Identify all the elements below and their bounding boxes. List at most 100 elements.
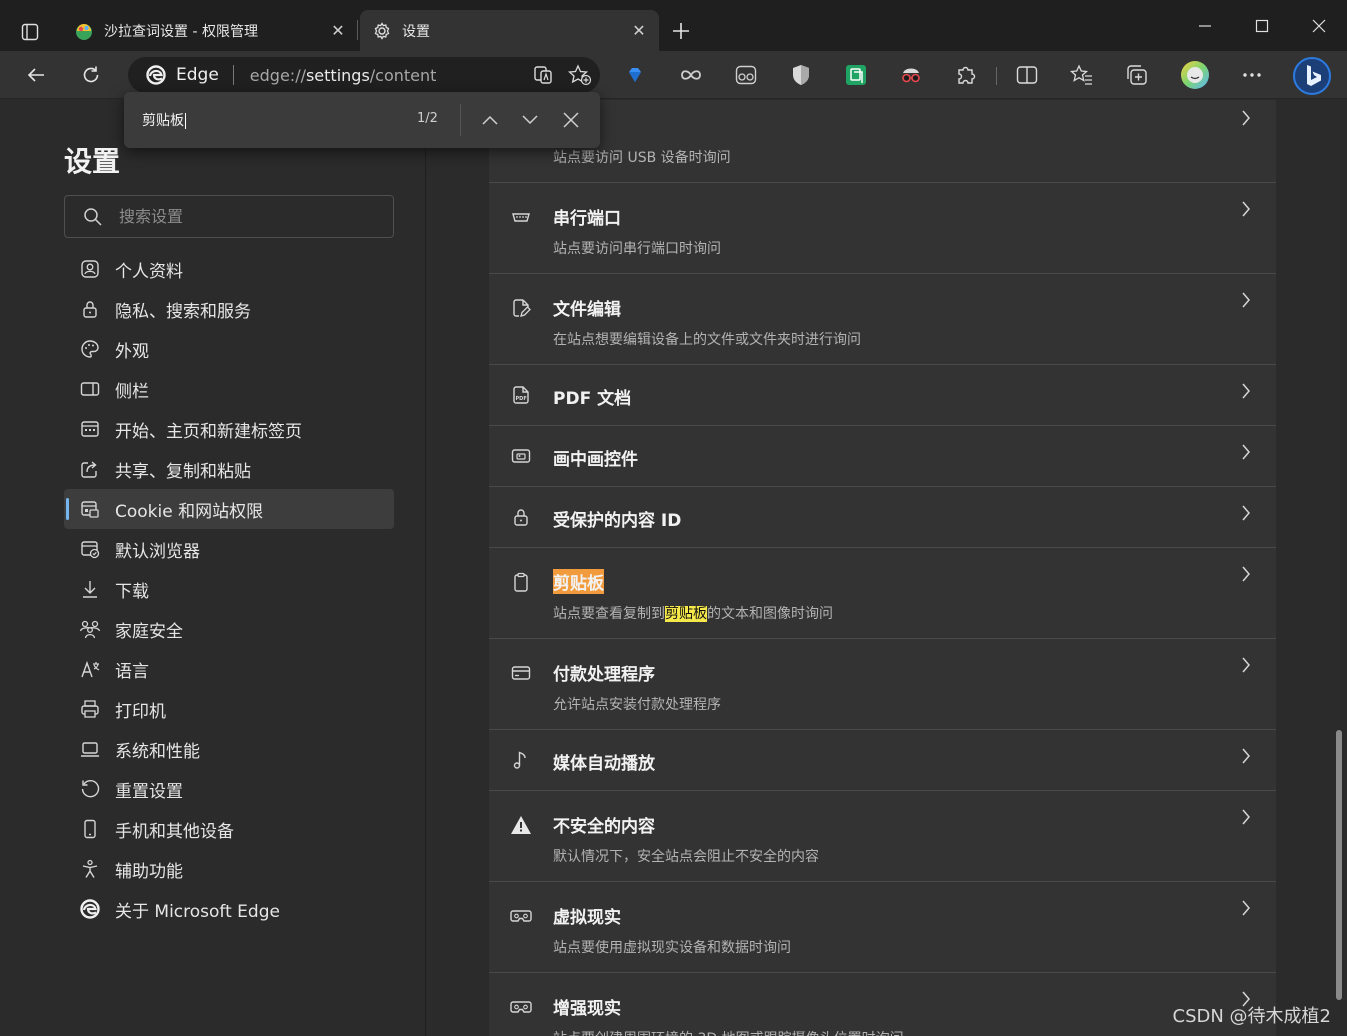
chevron-right-icon	[1238, 898, 1254, 918]
find-input[interactable]: 剪贴板	[142, 110, 186, 130]
url-text[interactable]: edge://settings/content	[250, 66, 437, 85]
infinity-extension-icon[interactable]	[676, 60, 706, 90]
permission-description: 站点要访问串行端口时询问	[553, 241, 721, 257]
sidebar-item-label: 系统和性能	[115, 741, 200, 762]
split-screen-icon[interactable]	[1012, 60, 1042, 90]
pdf-icon: PDF	[509, 383, 533, 407]
sidebar-item-about-edge[interactable]: 关于 Microsoft Edge	[64, 889, 394, 929]
tab-saladict[interactable]: 沙拉查词设置 - 权限管理 ✕	[62, 10, 358, 51]
sidebar-item-system-performance[interactable]: 系统和性能	[64, 729, 394, 769]
settings-sidebar: 设置 个人资料 隐私、搜索和服务 外观 侧栏 开始、主页和新建标签页	[0, 100, 426, 1036]
close-window-icon[interactable]	[1290, 0, 1347, 51]
permission-row-virtual-reality[interactable]: 虚拟现实 站点要使用虚拟现实设备和数据时询问	[489, 882, 1276, 973]
more-menu-icon[interactable]	[1237, 60, 1267, 90]
permission-row-pdf-documents[interactable]: PDF PDF 文档	[489, 365, 1276, 426]
sidebar-item-languages[interactable]: 语言	[64, 649, 394, 689]
sidebar-item-start-home-newtab[interactable]: 开始、主页和新建标签页	[64, 409, 394, 449]
add-favorite-icon[interactable]	[568, 64, 592, 86]
search-settings-box[interactable]	[64, 195, 394, 238]
sidebar-item-phone-devices[interactable]: 手机和其他设备	[64, 809, 394, 849]
back-arrow-icon[interactable]	[18, 57, 54, 93]
minimize-icon[interactable]	[1176, 0, 1233, 51]
new-tab-icon[interactable]	[666, 16, 696, 46]
lock-icon	[509, 505, 533, 529]
chevron-right-icon	[1238, 503, 1254, 523]
refresh-icon[interactable]	[73, 57, 109, 93]
serial-port-icon	[509, 205, 533, 229]
permission-row-insecure-content[interactable]: 不安全的内容 默认情况下，安全站点会阻止不安全的内容	[489, 791, 1276, 882]
next-match-chevron-down-icon[interactable]	[516, 106, 544, 134]
accessibility-icon	[79, 858, 101, 880]
permission-title: 画中画控件	[553, 450, 638, 470]
sidebar-item-accessibility[interactable]: 辅助功能	[64, 849, 394, 889]
sidebar-item-cookies-permissions[interactable]: Cookie 和网站权限	[64, 489, 394, 529]
collections-icon[interactable]	[1122, 60, 1152, 90]
printer-icon	[79, 698, 101, 720]
chevron-right-icon	[1238, 381, 1254, 401]
sidebar-item-family-safety[interactable]: 家庭安全	[64, 609, 394, 649]
gem-extension-icon[interactable]	[620, 60, 650, 90]
toolbar-divider	[996, 67, 997, 85]
sidebar-item-label: 辅助功能	[115, 861, 183, 882]
sidebar-item-appearance[interactable]: 外观	[64, 329, 394, 369]
permission-row-payment-handlers[interactable]: 付款处理程序 允许站点安装付款处理程序	[489, 639, 1276, 730]
sidebar-item-sidebar[interactable]: 侧栏	[64, 369, 394, 409]
sidebar-item-downloads[interactable]: 下载	[64, 569, 394, 609]
sidebar-item-label: 默认浏览器	[115, 541, 200, 562]
sidebar-item-share-copy-paste[interactable]: 共享、复制和粘贴	[64, 449, 394, 489]
sidebar-item-profiles[interactable]: 个人资料	[64, 249, 394, 289]
translate-page-icon[interactable]	[532, 64, 554, 86]
previous-match-chevron-up-icon[interactable]	[476, 106, 504, 134]
permission-row-clipboard[interactable]: 剪贴板 站点要查看复制到剪贴板的文本和图像时询问	[489, 548, 1276, 639]
address-bar[interactable]: Edge edge://settings/content	[128, 57, 600, 93]
picture-in-picture-icon	[509, 444, 533, 468]
close-tab-icon[interactable]: ✕	[324, 17, 352, 45]
find-on-page-bar: 剪贴板 1/2	[124, 92, 600, 148]
extensions-puzzle-icon[interactable]	[951, 60, 981, 90]
close-tab-icon[interactable]: ✕	[625, 17, 653, 45]
bing-chat-icon[interactable]	[1291, 55, 1333, 97]
profile-avatar[interactable]	[1178, 58, 1212, 92]
sidebar-item-label: 外观	[115, 341, 149, 362]
permission-row-picture-in-picture[interactable]: 画中画控件	[489, 426, 1276, 487]
laptop-icon	[79, 738, 101, 760]
sidebar-item-default-browser[interactable]: 默认浏览器	[64, 529, 394, 569]
permission-row-file-editing[interactable]: 文件编辑 在站点想要编辑设备上的文件或文件夹时进行询问	[489, 274, 1276, 365]
close-find-icon[interactable]	[557, 106, 585, 134]
sidebar-item-label: 开始、主页和新建标签页	[115, 421, 302, 442]
tab-settings[interactable]: 设置 ✕	[360, 10, 659, 51]
sidebar-item-reset-settings[interactable]: 重置设置	[64, 769, 394, 809]
sidebar-item-printers[interactable]: 打印机	[64, 689, 394, 729]
permission-row-protected-content-id[interactable]: 受保护的内容 ID	[489, 487, 1276, 548]
favorites-icon[interactable]	[1067, 60, 1097, 90]
sidebar-item-label: 隐私、搜索和服务	[115, 301, 251, 322]
edge-logo-icon	[146, 65, 166, 85]
chevron-right-icon	[1238, 655, 1254, 675]
find-separator	[460, 104, 461, 136]
search-input[interactable]	[119, 207, 379, 226]
family-icon	[79, 618, 101, 640]
edge-logo-icon	[79, 898, 101, 920]
site-identity[interactable]: Edge	[128, 65, 219, 85]
permission-description: 站点要使用虚拟现实设备和数据时询问	[553, 940, 791, 956]
chevron-right-icon	[1238, 290, 1254, 310]
reader-glasses-extension-icon[interactable]	[731, 60, 761, 90]
maximize-icon[interactable]	[1233, 0, 1290, 51]
permission-row-media-autoplay[interactable]: 媒体自动播放	[489, 730, 1276, 791]
spy-extension-icon[interactable]	[896, 60, 926, 90]
permission-row-augmented-reality[interactable]: 增强现实 站点要创建周围环境的 3D 地图或跟踪摄像头位置时询问	[489, 973, 1276, 1036]
sidebar-item-label: 侧栏	[115, 381, 149, 402]
shield-extension-icon[interactable]	[786, 60, 816, 90]
permission-title: 串行端口	[553, 209, 621, 229]
tab-actions-icon[interactable]	[12, 14, 48, 50]
copy-extension-icon[interactable]	[841, 60, 871, 90]
permission-row-usb[interactable]: 设备 站点要访问 USB 设备时询问	[489, 100, 1276, 183]
scrollbar-thumb[interactable]	[1336, 730, 1342, 1000]
permission-description: 站点要创建周围环境的 3D 地图或跟踪摄像头位置时询问	[553, 1028, 904, 1036]
warning-icon	[509, 813, 533, 837]
browser-icon	[79, 538, 101, 560]
permission-title: 虚拟现实	[553, 908, 621, 928]
permission-title: 媒体自动播放	[553, 754, 655, 774]
sidebar-item-privacy[interactable]: 隐私、搜索和服务	[64, 289, 394, 329]
permission-row-serial-ports[interactable]: 串行端口 站点要访问串行端口时询问	[489, 183, 1276, 274]
